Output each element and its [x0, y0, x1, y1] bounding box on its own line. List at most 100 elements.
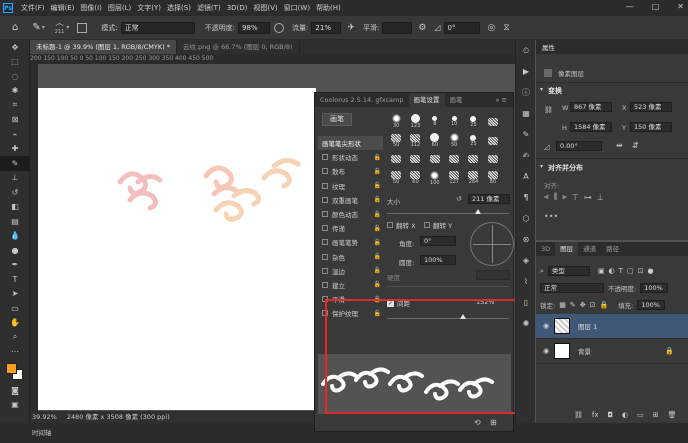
menu-3d[interactable]: 3D(D) — [224, 4, 251, 12]
smoothing-input[interactable] — [382, 21, 413, 34]
brush-tip[interactable]: 50 — [387, 169, 405, 187]
checkbox[interactable] — [424, 222, 430, 228]
filter-pixel-icon[interactable]: ▣ — [598, 267, 605, 275]
list-item-wet-edges[interactable]: 湿边 🔓 — [318, 264, 383, 278]
lock-icon[interactable]: 🔓 — [374, 211, 381, 218]
pen-tool-icon[interactable]: ✒ — [0, 258, 30, 273]
new-group-icon[interactable]: ▭ — [637, 411, 644, 419]
lock-icon[interactable]: 🔓 — [374, 267, 381, 274]
close-button[interactable]: ✕ — [677, 2, 684, 11]
lock-icon[interactable]: 🔓 — [374, 168, 381, 175]
tab-3d[interactable]: 3D — [536, 242, 555, 256]
paragraph-icon[interactable]: ¶ — [516, 187, 536, 208]
brush-tip[interactable]: 25 — [464, 113, 482, 131]
menu-type[interactable]: 文字(Y) — [134, 3, 164, 13]
chevron-down-icon[interactable]: ▾ — [42, 24, 45, 31]
add-mask-icon[interactable]: ◘ — [608, 411, 614, 419]
brush-tip[interactable] — [387, 151, 405, 169]
flip-x-toggle[interactable]: 翻转 X — [387, 220, 416, 230]
color-swatches[interactable] — [0, 359, 29, 383]
screen-mode-icon[interactable]: ▣ — [0, 398, 30, 413]
brush-tip[interactable] — [406, 151, 424, 169]
menu-help[interactable]: 帮助(H) — [313, 3, 344, 13]
height-input[interactable]: 1584 像素 — [570, 122, 612, 132]
actions-icon[interactable]: ▶ — [516, 61, 536, 82]
filter-adjust-icon[interactable]: ◐ — [609, 267, 615, 275]
panel-menu-icon[interactable]: » ≡ — [496, 96, 508, 104]
crop-tool-icon[interactable]: ⌗ — [0, 98, 30, 113]
checkbox[interactable] — [322, 182, 328, 189]
tab-brush-settings[interactable]: 画笔设置 — [408, 93, 445, 107]
home-icon[interactable]: ⌂ — [12, 22, 18, 33]
minimize-button[interactable]: — — [626, 2, 634, 11]
quick-mask-icon[interactable]: ◙ — [0, 383, 30, 398]
list-item-texture[interactable]: 纹理 🔓 — [318, 179, 383, 193]
checkbox[interactable] — [322, 239, 328, 246]
layer-opacity-input[interactable]: 100% — [640, 283, 669, 293]
brush-settings-icon[interactable]: ✎ — [516, 124, 536, 145]
delete-layer-icon[interactable]: 🗑 — [668, 411, 677, 419]
eraser-tool-icon[interactable]: ◧ — [0, 200, 30, 215]
brush-tip[interactable]: 8 — [426, 113, 444, 131]
width-input[interactable]: 867 像素 — [570, 102, 612, 112]
brush-tip[interactable] — [464, 151, 482, 169]
list-item-noise[interactable]: 杂色 🔓 — [318, 250, 383, 264]
healing-brush-tool-icon[interactable]: ✚ — [0, 142, 30, 157]
checkbox[interactable] — [322, 281, 328, 288]
character-icon[interactable]: A — [516, 166, 536, 187]
align-bottom-icon[interactable]: ⊥ — [597, 193, 604, 202]
checkbox[interactable] — [322, 154, 328, 161]
maximize-button[interactable]: □ — [652, 2, 660, 11]
checkbox[interactable] — [322, 253, 328, 260]
lock-icon[interactable]: 🔓 — [374, 196, 381, 203]
hand-tool-icon[interactable]: ✋ — [0, 316, 30, 331]
checkbox[interactable] — [387, 222, 393, 228]
align-left-icon[interactable]: ⫷ — [544, 192, 549, 202]
eyedropper-tool-icon[interactable]: ⌁ — [0, 127, 30, 142]
timeline-label[interactable]: 时间轴 — [32, 429, 52, 437]
brush-tip[interactable]: 284 — [464, 169, 482, 187]
new-layer-icon[interactable]: ⊞ — [653, 411, 659, 419]
checkbox[interactable] — [322, 211, 328, 218]
lock-artboard-icon[interactable]: ⊡ — [590, 301, 596, 309]
tab-untitled-1[interactable]: 未标题-1 @ 39.9% (图层 1, RGB/8/CMYK) * — [30, 40, 177, 54]
swatches-icon[interactable]: ▦ — [516, 103, 536, 124]
brush-tip[interactable] — [484, 151, 502, 169]
size-input[interactable]: 211 像素 — [468, 194, 510, 204]
flow-input[interactable]: 21% — [311, 21, 342, 34]
align-right-icon[interactable]: ⫸ — [562, 192, 567, 202]
link-layers-icon[interactable]: ⛓ — [574, 411, 583, 419]
paths-icon[interactable]: ⌇ — [516, 271, 536, 292]
roundness-input[interactable]: 100% — [420, 255, 456, 265]
filter-smart-icon[interactable]: ⊡ — [638, 267, 644, 275]
brush-tip[interactable]: 80 — [484, 169, 502, 187]
blend-mode-select[interactable]: 正常 — [540, 283, 604, 293]
brush-tool-icon[interactable]: ✎ — [0, 156, 30, 171]
menu-filter[interactable]: 滤镜(T) — [194, 3, 224, 13]
size-slider-knob[interactable] — [475, 209, 481, 214]
filter-shape-icon[interactable]: ▢ — [627, 267, 634, 275]
x-input[interactable]: 523 像素 — [630, 102, 672, 112]
lock-pixels-icon[interactable]: ✎ — [570, 301, 576, 309]
list-item-color-dynamics[interactable]: 颜色动态 🔓 — [318, 207, 383, 221]
opacity-input[interactable]: 98% — [238, 21, 271, 34]
gradient-tool-icon[interactable]: ▤ — [0, 214, 30, 229]
brush-tip[interactable]: 123 — [406, 113, 424, 131]
align-middle-icon[interactable]: ⊶ — [584, 193, 592, 202]
brush-tip[interactable]: 30 — [387, 113, 405, 131]
pressure-opacity-icon[interactable] — [274, 22, 285, 33]
brush-tip[interactable]: 60 — [426, 132, 444, 150]
angle-input[interactable]: 0° — [443, 21, 480, 34]
brush-presets-icon[interactable]: ✍ — [516, 145, 536, 166]
frame-tool-icon[interactable]: ⊠ — [0, 113, 30, 128]
more-options-icon[interactable]: ••• — [544, 212, 558, 221]
layer-filter-select[interactable]: 类型 — [547, 266, 590, 276]
lock-position-icon[interactable]: ✥ — [580, 301, 586, 309]
checkbox[interactable] — [322, 196, 328, 203]
tab-layers[interactable]: 图层 — [555, 242, 579, 256]
menu-image[interactable]: 图像(I) — [77, 3, 105, 13]
tab-brushes[interactable]: 画笔 — [445, 93, 468, 107]
adjust-icon[interactable]: ✺ — [516, 313, 536, 334]
y-input[interactable]: 150 像素 — [630, 122, 672, 132]
chevron-down-icon[interactable]: ▾ — [540, 163, 543, 170]
